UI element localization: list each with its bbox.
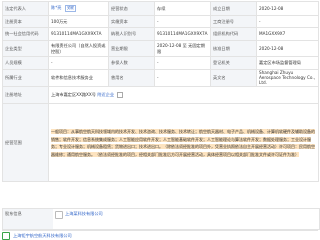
- insured-label: 参保人数: [108, 56, 155, 70]
- scope-text: 一般项目：从事航空航天科技领域内的技术开发、技术咨询、技术服务、技术转让；航空航…: [51, 128, 315, 157]
- legal-rep-label: 法定代表人: [2, 1, 49, 16]
- credit-code-value: 91310114MA1GXX9X7A: [48, 27, 109, 41]
- reg-addr-cell: 上海市嘉定区XX路XX号 附近企业: [48, 85, 319, 104]
- table-row: 经营范围 一般项目：从事航空航天科技领域内的技术开发、技术咨询、技术服务、技术转…: [2, 102, 319, 182]
- paid-cap-value: -: [154, 15, 211, 28]
- table-row: 人员规模 - 参保人数 - 登记机关 嘉定区市场监督管理局: [2, 56, 319, 70]
- tax-id-value: 91310114MA1GXX9X7A: [154, 27, 211, 41]
- legal-rep-badge: 关联: [64, 5, 77, 12]
- reg-cap-label: 注册资本: [2, 15, 49, 28]
- term-value: 2020-12-08 至 无固定期限: [154, 40, 211, 57]
- scope-label: 经营范围: [2, 102, 49, 182]
- scope-value: 一般项目：从事航空航天科技领域内的技术开发、技术咨询、技术服务、技术转让；航空航…: [48, 102, 319, 182]
- approve-label: 核准日期: [210, 40, 257, 57]
- nearby-companies-link[interactable]: 附近企业: [97, 92, 114, 97]
- map-icon: [117, 91, 124, 98]
- insured-value: -: [154, 56, 211, 70]
- est-date-label: 成立日期: [210, 1, 257, 16]
- table-row: 注册地址 上海市嘉定区XX路XX号 附近企业: [2, 85, 319, 104]
- status-label: 经营状态: [108, 1, 155, 16]
- biz-id-value: -: [256, 15, 319, 28]
- company-logo-icon: [55, 211, 63, 219]
- reg-cap-value: 100万元: [48, 15, 109, 28]
- est-date-value: 2020-12-08: [256, 1, 319, 16]
- shareholder-cell: 上海某科技有限公司: [53, 209, 319, 229]
- status-value: 存续: [154, 1, 211, 16]
- shareholder-row: 股东信息 上海某科技有限公司: [2, 208, 320, 230]
- legal-rep-cell: 陈*亮 关联: [48, 1, 109, 16]
- bottom-company-link[interactable]: 上海钜宇航空航天科技有限公司: [13, 233, 72, 239]
- legal-rep-link[interactable]: 陈*亮: [51, 5, 61, 10]
- bottom-bar: 上海钜宇航空航天科技有限公司: [2, 230, 318, 240]
- reg-addr-label: 注册地址: [2, 85, 49, 104]
- org-code-value: MA1GXX9X7: [256, 27, 319, 41]
- shareholder-link[interactable]: 上海某科技有限公司: [65, 211, 103, 217]
- tax-id-label: 纳税人识别号: [108, 27, 155, 41]
- credit-code-label: 统一社会信用代码: [2, 27, 49, 41]
- term-label: 营业期限: [108, 40, 155, 57]
- staff-value: -: [48, 56, 109, 70]
- staff-label: 人员规模: [2, 56, 49, 70]
- reg-auth-label: 登记机关: [210, 56, 257, 70]
- company-status-icon: [2, 231, 10, 240]
- paid-cap-label: 实缴资本: [108, 15, 155, 28]
- table-row: 注册资本 100万元 实缴资本 - 工商注册号 -: [2, 15, 319, 28]
- biz-id-label: 工商注册号: [210, 15, 257, 28]
- table-row: 企业类型 有限责任公司（自然人投资或控股） 营业期限 2020-12-08 至 …: [2, 40, 319, 57]
- org-code-label: 组织机构代码: [210, 27, 257, 41]
- approve-value: 2020-12-08: [256, 40, 319, 57]
- type-value: 有限责任公司（自然人投资或控股）: [48, 40, 109, 57]
- table-row: 所属行业 软件和信息技术服务业 曾用名 - 英文名 Shanghai Zhuyu…: [2, 69, 319, 87]
- en-name-value: Shanghai Zhuyu Aerospace Technology Co.,…: [256, 69, 319, 87]
- old-name-label: 曾用名: [108, 69, 155, 87]
- industry-value: 软件和信息技术服务业: [48, 69, 109, 87]
- en-name-label: 英文名: [210, 69, 257, 87]
- old-name-value: -: [154, 69, 211, 87]
- industry-label: 所属行业: [2, 69, 49, 87]
- table-row: 法定代表人 陈*亮 关联 经营状态 存续 成立日期 2020-12-08: [2, 1, 319, 16]
- reg-auth-value: 嘉定区市场监督管理局: [256, 56, 319, 70]
- reg-addr-value: 上海市嘉定区XX路XX号: [51, 91, 96, 97]
- business-info-table: 法定代表人 陈*亮 关联 经营状态 存续 成立日期 2020-12-08 注册资…: [2, 1, 319, 182]
- shareholder-label: 股东信息: [3, 209, 53, 229]
- type-label: 企业类型: [2, 40, 49, 57]
- table-row: 统一社会信用代码 91310114MA1GXX9X7A 纳税人识别号 91310…: [2, 27, 319, 41]
- company-info-page: 法定代表人 陈*亮 关联 经营状态 存续 成立日期 2020-12-08 注册资…: [0, 0, 320, 240]
